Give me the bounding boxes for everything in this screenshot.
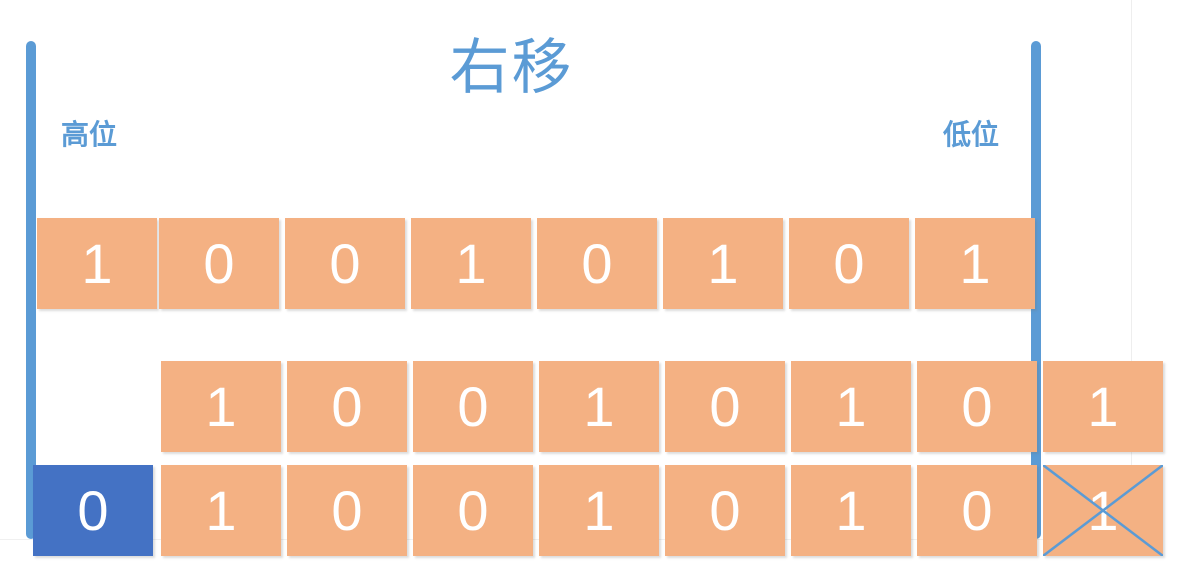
result-bit-cell: 1 xyxy=(791,465,911,556)
shifted-bit-cell: 0 xyxy=(287,361,407,452)
original-bit-cell: 1 xyxy=(37,218,157,309)
high-bit-label: 高位 xyxy=(61,118,118,151)
fill-bit-cell: 0 xyxy=(33,465,153,556)
low-bit-label: 低位 xyxy=(943,118,1000,151)
shifted-bit-cell: 0 xyxy=(917,361,1037,452)
original-bit-cell: 1 xyxy=(915,218,1035,309)
original-bit-cell: 1 xyxy=(411,218,531,309)
shifted-bit-cell: 0 xyxy=(413,361,533,452)
shifted-bit-cell: 0 xyxy=(665,361,785,452)
shifted-bit-cell: 1 xyxy=(161,361,281,452)
shifted-bit-cell: 1 xyxy=(791,361,911,452)
diagram-title: 右移 xyxy=(449,33,574,103)
original-bit-cell: 0 xyxy=(159,218,279,309)
original-bit-cell: 1 xyxy=(663,218,783,309)
shifted-bit-cell: 1 xyxy=(1043,361,1163,452)
original-bit-cell: 0 xyxy=(789,218,909,309)
original-bit-cell: 0 xyxy=(537,218,657,309)
result-bit-cell: 1 xyxy=(161,465,281,556)
cross-out-icon xyxy=(1043,465,1163,556)
result-bit-cell: 0 xyxy=(287,465,407,556)
result-bit-cell: 0 xyxy=(917,465,1037,556)
result-bit-cell: 1 xyxy=(539,465,659,556)
dropped-bit-cell: 1 xyxy=(1043,465,1163,556)
result-bit-cell: 0 xyxy=(665,465,785,556)
guide-line-right xyxy=(1131,0,1132,545)
result-bit-cell: 0 xyxy=(413,465,533,556)
original-bit-cell: 0 xyxy=(285,218,405,309)
shifted-bit-cell: 1 xyxy=(539,361,659,452)
